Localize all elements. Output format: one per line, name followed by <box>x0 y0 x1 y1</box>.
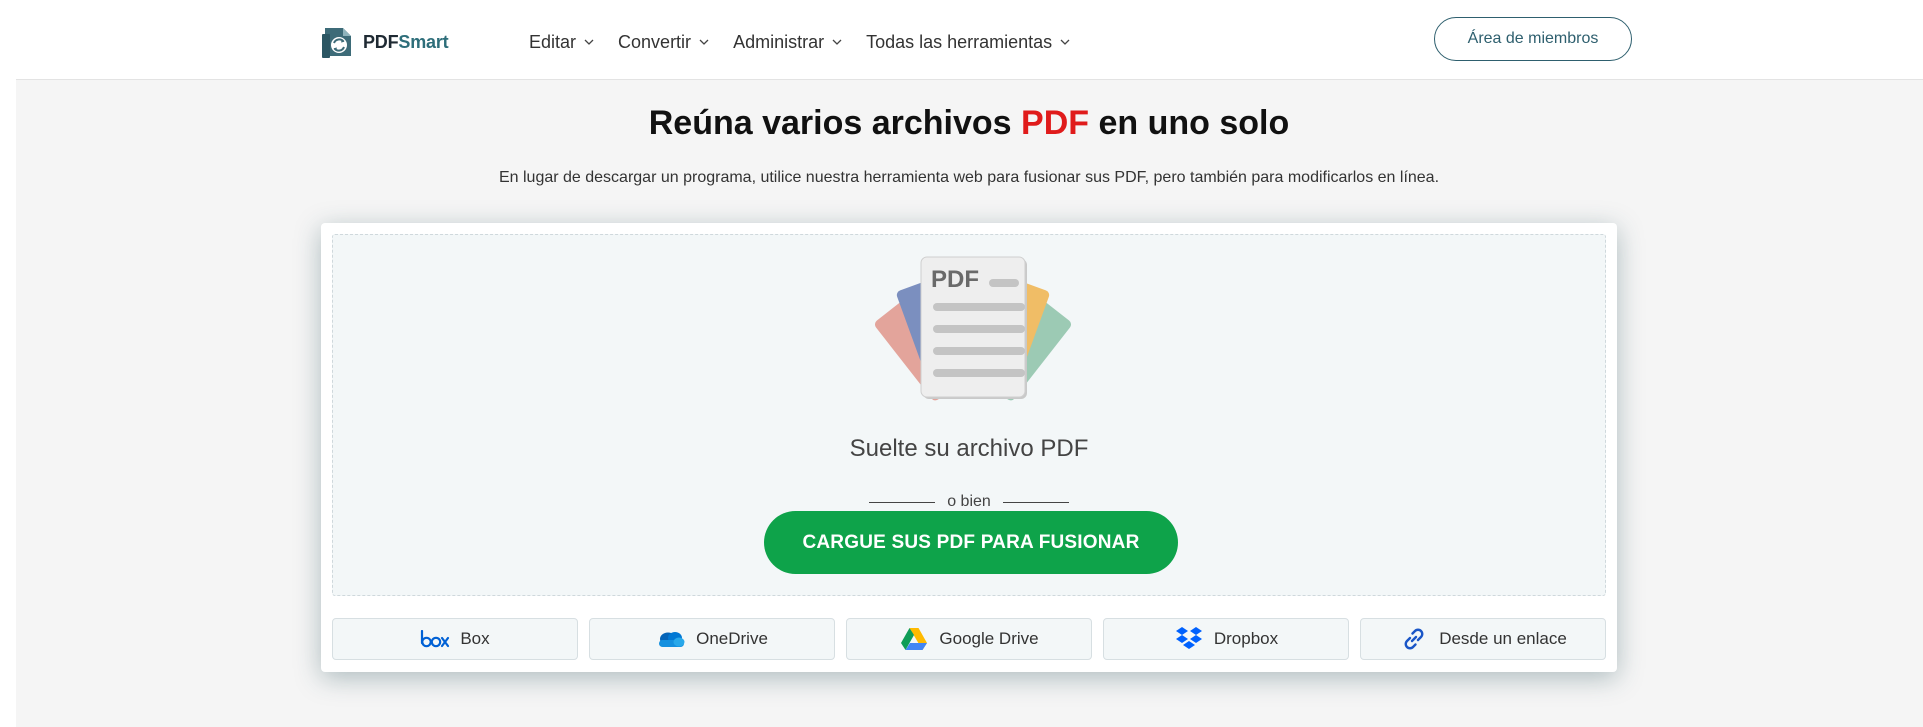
logo[interactable]: PDFSmart <box>321 24 449 60</box>
source-label: Box <box>460 629 490 648</box>
chevron-down-icon <box>699 39 709 45</box>
header: PDFSmart Editar Convertir Administrar To… <box>16 0 1923 80</box>
separator-line-left <box>869 501 936 503</box>
nav-item-administrar[interactable]: Administrar <box>733 32 842 53</box>
source-google-drive-button[interactable]: Google Drive <box>846 618 1092 660</box>
chevron-down-icon <box>832 39 842 45</box>
source-label: Google Drive <box>939 629 1039 648</box>
or-separator: o bien <box>333 493 1605 511</box>
pdf-files-illustration: PDF <box>874 256 1072 401</box>
source-label: Dropbox <box>1213 629 1279 648</box>
illustration-pdf-label: PDF <box>931 266 979 293</box>
source-label: Desde un enlace <box>1439 629 1567 648</box>
page-title-start: Reúna varios archivos <box>648 104 1022 142</box>
source-onedrive-button[interactable]: OneDrive <box>589 618 835 660</box>
page: PDFSmart Editar Convertir Administrar To… <box>0 0 1923 727</box>
box-icon <box>420 626 450 652</box>
page-title-accent: PDF <box>1021 104 1090 142</box>
dropbox-icon <box>1174 626 1204 652</box>
file-dropzone[interactable]: PDF Suelte su archivo PDF o bien CARGUE … <box>332 234 1606 596</box>
main-nav: Editar Convertir Administrar Todas las h… <box>529 28 1094 56</box>
nav-item-label: Todas las herramientas <box>866 31 1053 52</box>
nav-item-convertir[interactable]: Convertir <box>618 32 709 53</box>
separator-line-right <box>1002 501 1069 503</box>
source-label: OneDrive <box>696 629 768 648</box>
google-drive-icon <box>899 626 929 652</box>
member-area-button[interactable]: Área de miembros <box>1434 17 1632 61</box>
onedrive-icon <box>656 626 686 652</box>
cloud-sources: Box OneDrive Google Drive Dropbox Desde … <box>332 618 1606 660</box>
logo-text-smart: Smart <box>398 31 449 52</box>
source-box-button[interactable]: Box <box>332 618 578 660</box>
nav-item-todas-las-herramientas[interactable]: Todas las herramientas <box>866 32 1070 53</box>
pdfsmart-logo-icon <box>322 28 351 58</box>
link-icon <box>1399 626 1429 652</box>
upload-pdf-button[interactable]: CARGUE SUS PDF PARA FUSIONAR <box>764 511 1178 574</box>
drop-file-text: Suelte su archivo PDF <box>849 435 1089 462</box>
page-title: Reúna varios archivos PDF en uno solo <box>0 104 1923 143</box>
page-title-end: en uno solo <box>1089 104 1290 142</box>
nav-item-label: Convertir <box>618 31 692 52</box>
chevron-down-icon <box>1060 39 1070 45</box>
page-subtitle: En lugar de descargar un programa, utili… <box>498 169 1440 186</box>
source-dropbox-button[interactable]: Dropbox <box>1103 618 1349 660</box>
upload-card: PDF Suelte su archivo PDF o bien CARGUE … <box>321 223 1617 672</box>
source-link-button[interactable]: Desde un enlace <box>1360 618 1606 660</box>
nav-item-editar[interactable]: Editar <box>529 32 594 53</box>
nav-item-label: Editar <box>529 31 577 52</box>
logo-text-pdf: PDF <box>363 31 399 52</box>
chevron-down-icon <box>584 39 594 45</box>
logo-text: PDFSmart <box>363 31 449 53</box>
nav-item-label: Administrar <box>733 31 825 52</box>
or-text: o bien <box>947 493 991 510</box>
